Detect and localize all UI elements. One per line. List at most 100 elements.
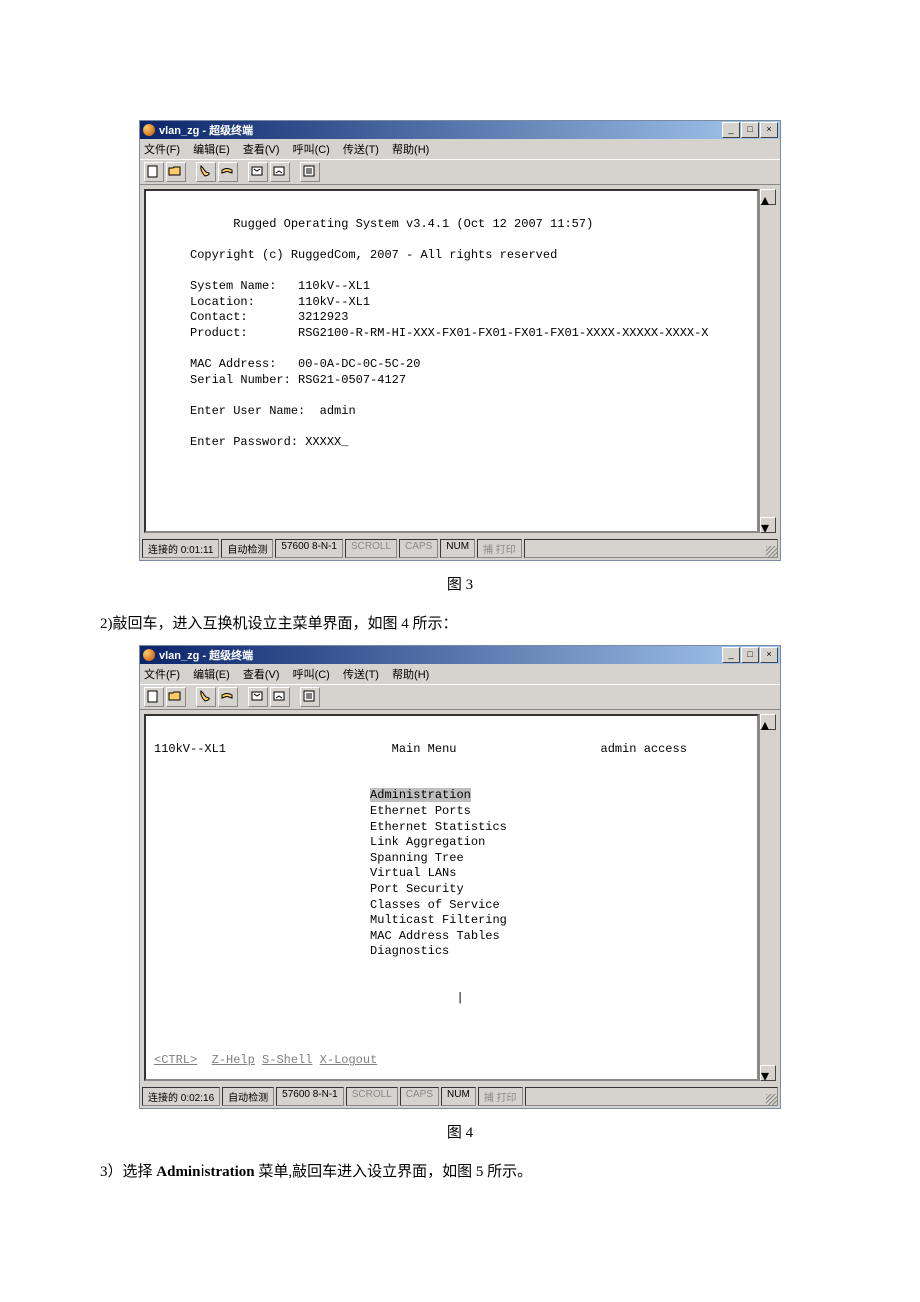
term-value: XXXXX_ (298, 435, 348, 449)
figure-caption-3: 图 3 (60, 573, 860, 594)
term-header-left: 110kV--XL1 (154, 742, 226, 756)
menu-item[interactable]: Spanning Tree (370, 851, 464, 865)
menu-transfer[interactable]: 传送(T) (343, 144, 379, 156)
term-header-right: admin access (601, 742, 687, 756)
term-value: 3212923 (248, 310, 349, 324)
titlebar[interactable]: vlan_zg - 超级终端 _ □ × (140, 646, 780, 664)
minimize-button[interactable]: _ (722, 647, 740, 663)
para3-prefix: 3）选择 (100, 1164, 156, 1180)
new-icon[interactable] (144, 687, 164, 707)
window-title: vlan_zg - 超级终端 (159, 647, 253, 663)
terminal-content[interactable]: Rugged Operating System v3.4.1 (Oct 12 2… (144, 189, 759, 533)
term-value: RSG2100-R-RM-HI-XXX-FX01-FX01-FX01-FX01-… (248, 326, 709, 340)
footer-ctrl: <CTRL> (154, 1053, 197, 1067)
hyperterminal-window-2: vlan_zg - 超级终端 _ □ × 文件(F) 编辑(E) 查看(V) 呼… (139, 645, 781, 1109)
term-label: Location: (154, 295, 255, 309)
menu-item-administration[interactable]: Administration (370, 788, 471, 802)
status-baud: 57600 8-N-1 (276, 1087, 344, 1106)
send-icon[interactable] (248, 687, 268, 707)
resize-grip-icon[interactable] (766, 546, 778, 558)
menu-item[interactable]: MAC Address Tables (370, 929, 500, 943)
menu-call[interactable]: 呼叫(C) (293, 144, 330, 156)
hyperterminal-window-1: vlan_zg - 超级终端 _ □ × 文件(F) 编辑(E) 查看(V) 呼… (139, 120, 781, 561)
term-label: System Name: (154, 279, 276, 293)
properties-icon[interactable] (300, 687, 320, 707)
menu-transfer[interactable]: 传送(T) (343, 669, 379, 681)
menu-file[interactable]: 文件(F) (144, 669, 180, 681)
status-rec: 捕 打印 (477, 539, 522, 558)
menu-help[interactable]: 帮助(H) (392, 669, 429, 681)
figure-caption-4: 图 4 (60, 1121, 860, 1142)
hangup-icon[interactable] (218, 162, 238, 182)
app-icon (143, 649, 155, 661)
scroll-down-icon[interactable]: ▾ (760, 517, 776, 533)
new-icon[interactable] (144, 162, 164, 182)
menu-item[interactable]: Virtual LANs (370, 866, 456, 880)
call-icon[interactable] (196, 687, 216, 707)
menubar: 文件(F) 编辑(E) 查看(V) 呼叫(C) 传送(T) 帮助(H) (140, 139, 780, 159)
status-bar: 连接的 0:02:16 自动检测 57600 8-N-1 SCROLL CAPS… (140, 1085, 780, 1108)
open-icon[interactable] (166, 687, 186, 707)
status-auto: 自动检测 (221, 539, 273, 558)
term-value: 110kV--XL1 (255, 295, 370, 309)
resize-grip-icon[interactable] (766, 1094, 778, 1106)
paragraph-3: 3）选择 Adminⅰstration 菜单,敲回车进入设立界面，如图 5 所示… (100, 1160, 860, 1181)
footer-x-logout[interactable]: X-Logout (320, 1053, 378, 1067)
menu-help[interactable]: 帮助(H) (392, 144, 429, 156)
status-rec: 捕 打印 (478, 1087, 523, 1106)
menu-file[interactable]: 文件(F) (144, 144, 180, 156)
menu-view[interactable]: 查看(V) (243, 144, 280, 156)
footer-z-help[interactable]: Z-Help (212, 1053, 255, 1067)
term-value: 00-0A-DC-0C-5C-20 (276, 357, 420, 371)
status-caps: CAPS (400, 1087, 439, 1106)
menu-item[interactable]: Multicast Filtering (370, 913, 507, 927)
menu-call[interactable]: 呼叫(C) (293, 669, 330, 681)
menu-item[interactable]: Classes of Service (370, 898, 500, 912)
scroll-up-icon[interactable]: ▴ (760, 714, 776, 730)
term-label: Enter User Name: (154, 404, 305, 418)
status-caps: CAPS (399, 539, 438, 558)
menu-edit[interactable]: 编辑(E) (193, 669, 230, 681)
term-line: Rugged Operating System v3.4.1 (Oct 12 2… (154, 217, 593, 231)
minimize-button[interactable]: _ (722, 122, 740, 138)
term-value: 110kV--XL1 (276, 279, 370, 293)
para3-suffix: 菜单,敲回车进入设立界面，如图 5 所示。 (255, 1164, 533, 1180)
status-num: NUM (440, 539, 475, 558)
titlebar[interactable]: vlan_zg - 超级终端 _ □ × (140, 121, 780, 139)
terminal-content[interactable]: 110kV--XL1 Main Menu admin access Admini… (144, 714, 759, 1081)
call-icon[interactable] (196, 162, 216, 182)
scroll-up-icon[interactable]: ▴ (760, 189, 776, 205)
receive-icon[interactable] (270, 162, 290, 182)
status-connection: 连接的 0:02:16 (142, 1087, 220, 1106)
scroll-down-icon[interactable]: ▾ (760, 1065, 776, 1081)
close-button[interactable]: × (760, 647, 778, 663)
footer-s-shell[interactable]: S-Shell (262, 1053, 312, 1067)
menu-view[interactable]: 查看(V) (243, 669, 280, 681)
menu-item[interactable]: Link Aggregation (370, 835, 485, 849)
properties-icon[interactable] (300, 162, 320, 182)
term-label: Contact: (154, 310, 248, 324)
maximize-button[interactable]: □ (741, 647, 759, 663)
paragraph-2: 2)敲回车，进入互换机设立主菜单界面，如图 4 所示： (100, 612, 860, 633)
hangup-icon[interactable] (218, 687, 238, 707)
menubar: 文件(F) 编辑(E) 查看(V) 呼叫(C) 传送(T) 帮助(H) (140, 664, 780, 684)
status-bar: 连接的 0:01:11 自动检测 57600 8-N-1 SCROLL CAPS… (140, 537, 780, 560)
term-label: Product: (154, 326, 248, 340)
vertical-scrollbar[interactable]: ▴ ▾ (759, 189, 776, 533)
open-icon[interactable] (166, 162, 186, 182)
vertical-scrollbar[interactable]: ▴ ▾ (759, 714, 776, 1081)
para3-bold1: Admin (156, 1164, 200, 1180)
menu-item[interactable]: Ethernet Statistics (370, 820, 507, 834)
send-icon[interactable] (248, 162, 268, 182)
menu-item[interactable]: Ethernet Ports (370, 804, 471, 818)
menu-edit[interactable]: 编辑(E) (193, 144, 230, 156)
maximize-button[interactable]: □ (741, 122, 759, 138)
app-icon (143, 124, 155, 136)
toolbar (140, 159, 780, 185)
status-baud: 57600 8-N-1 (275, 539, 343, 558)
close-button[interactable]: × (760, 122, 778, 138)
menu-item[interactable]: Diagnostics (370, 944, 449, 958)
menu-item[interactable]: Port Security (370, 882, 464, 896)
term-value: RSG21-0507-4127 (291, 373, 406, 387)
receive-icon[interactable] (270, 687, 290, 707)
